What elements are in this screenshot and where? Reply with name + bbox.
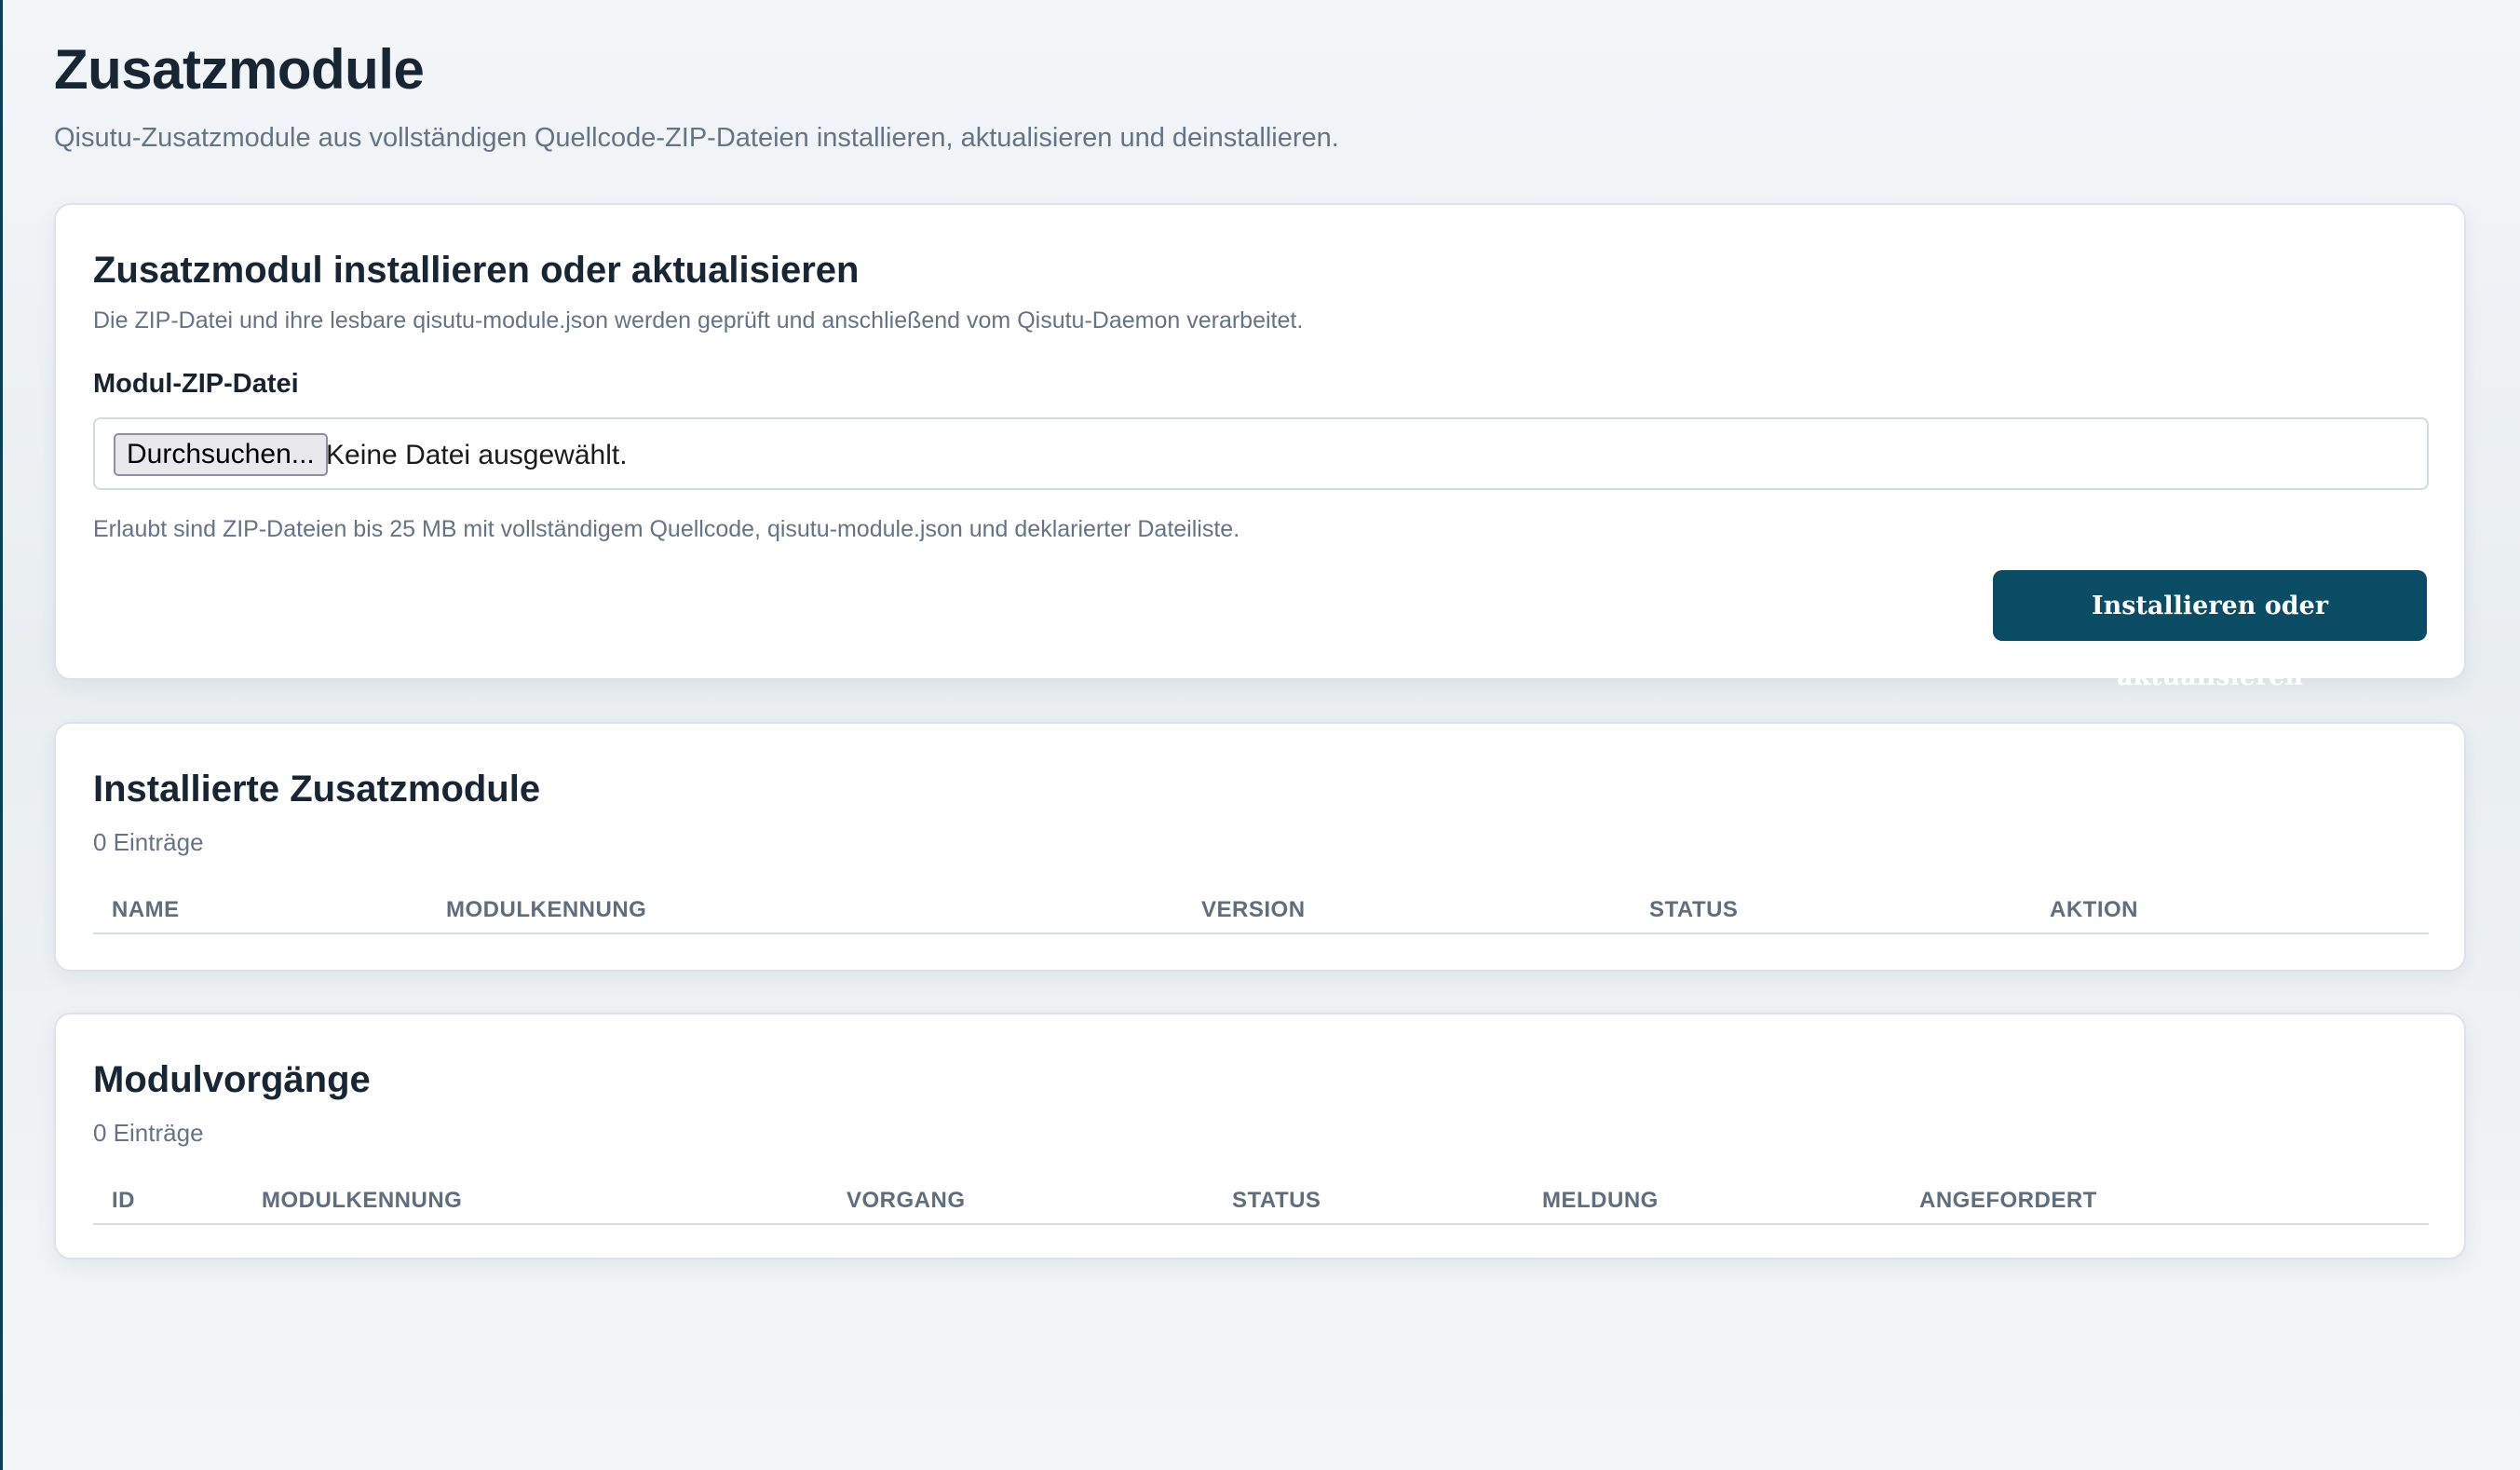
installed-count: 0 Einträge: [93, 828, 204, 856]
column-header-requested: ANGEFORDERT: [1919, 1188, 2097, 1213]
operations-count: 0 Einträge: [93, 1119, 204, 1147]
left-edge-rule: [0, 0, 3, 1470]
install-update-button[interactable]: Installieren oder aktualisieren: [1993, 570, 2427, 691]
zip-file-input[interactable]: Durchsuchen... Keine Datei ausgewählt.: [93, 417, 2429, 490]
module-operations-title: Modulvorgänge: [93, 1059, 371, 1100]
page-subtitle: Qisutu-Zusatzmodule aus vollständigen Qu…: [54, 123, 1339, 153]
column-header-version: VERSION: [1201, 897, 1306, 922]
install-description: Die ZIP-Datei und ihre lesbare qisutu-mo…: [93, 307, 1304, 333]
column-header-status: STATUS: [1232, 1188, 1321, 1213]
column-header-message: MELDUNG: [1542, 1188, 1659, 1213]
column-header-module-id: MODULKENNUNG: [262, 1188, 463, 1213]
zip-field-label: Modul-ZIP-Datei: [93, 369, 299, 399]
installed-modules-card: Installierte Zusatzmodule 0 Einträge NAM…: [54, 722, 2466, 972]
browse-button[interactable]: Durchsuchen...: [114, 433, 328, 476]
installed-modules-title: Installierte Zusatzmodule: [93, 769, 541, 810]
column-header-id: ID: [112, 1188, 135, 1213]
operations-table-header: ID MODULKENNUNG VORGANG STATUS MELDUNG A…: [93, 1184, 2429, 1225]
installed-table-header: NAME MODULKENNUNG VERSION STATUS AKTION: [93, 893, 2429, 934]
column-header-operation: VORGANG: [847, 1188, 966, 1213]
column-header-name: NAME: [112, 897, 180, 922]
install-card: Zusatzmodul installieren oder aktualisie…: [54, 203, 2466, 691]
column-header-module-id: MODULKENNUNG: [446, 897, 647, 922]
upload-hint: Erlaubt sind ZIP-Dateien bis 25 MB mit v…: [93, 516, 1240, 542]
page-title: Zusatzmodule: [54, 38, 425, 101]
install-card-title: Zusatzmodul installieren oder aktualisie…: [93, 250, 860, 291]
column-header-status: STATUS: [1649, 897, 1739, 922]
column-header-action: AKTION: [2050, 897, 2138, 922]
module-operations-card: Modulvorgänge 0 Einträge ID MODULKENNUNG…: [54, 1013, 2466, 1259]
file-status-text: Keine Datei ausgewählt.: [326, 440, 628, 470]
